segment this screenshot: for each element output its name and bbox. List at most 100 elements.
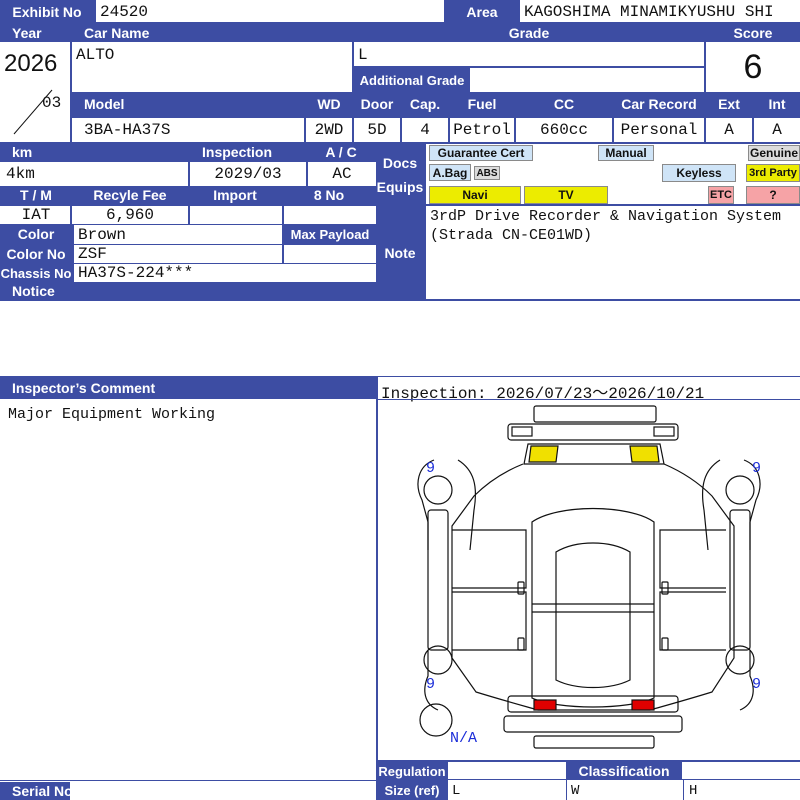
spec-sep <box>752 116 754 142</box>
ac-value: AC <box>308 162 376 186</box>
car-condition-diagram <box>417 405 761 749</box>
detail-line <box>282 204 284 264</box>
chip-a-bag: A.Bag <box>429 164 471 181</box>
spec-value-model: 3BA-HA37S <box>72 118 304 142</box>
car-name-label: Car Name <box>72 24 352 42</box>
max-payload-label: Max Payload <box>284 224 376 244</box>
chassis-value: HA37S-224*** <box>74 264 376 282</box>
size-ref-label: Size (ref) <box>378 780 446 800</box>
score-label: Score <box>706 24 800 42</box>
notice-label: Notice <box>0 282 376 300</box>
regulation-value <box>448 762 566 779</box>
tire-label-front-right: 9 <box>752 460 762 477</box>
spec-label-car-record: Car Record <box>614 92 704 116</box>
body-outline <box>451 463 735 711</box>
tire-label-front-left: 9 <box>426 460 436 477</box>
chip-guarantee-cert: Guarantee Cert <box>429 145 533 161</box>
spec-row-divider <box>72 116 800 118</box>
max-payload-value <box>284 245 376 263</box>
section-line <box>424 144 426 300</box>
chip-keyless: Keyless <box>662 164 736 182</box>
color-value: Brown <box>74 226 282 244</box>
spec-label-wd: WD <box>306 92 352 116</box>
year-box: 2026 03 <box>0 42 70 142</box>
import-value <box>190 206 282 224</box>
import-label: Import <box>188 186 282 204</box>
size-l: L <box>448 781 566 800</box>
color-no-label: Color No <box>0 244 72 264</box>
spec-sep <box>448 116 450 142</box>
exhibit-label: Exhibit No <box>0 0 94 24</box>
rear-light-left <box>533 699 557 711</box>
spec-sep <box>304 116 306 142</box>
color-no-value: ZSF <box>74 245 282 263</box>
left-side-panels <box>417 459 527 711</box>
note-label: Note <box>376 206 424 300</box>
score-value: 6 <box>706 42 800 92</box>
header-sep <box>70 24 72 142</box>
rear-bumper <box>503 695 683 749</box>
spec-value-car-record: Personal <box>614 118 704 142</box>
month-value: 03 <box>42 94 62 112</box>
recycle-value: 6,960 <box>72 206 188 224</box>
spec-value-cc: 660cc <box>516 118 612 142</box>
spec-sep <box>704 116 706 142</box>
spec-value-ext: A <box>706 118 752 142</box>
spec-label-door: Door <box>354 92 400 116</box>
inspection-value: 2029/03 <box>190 162 306 186</box>
detail-line <box>0 224 376 225</box>
spec-label-model: Model <box>72 92 306 116</box>
footer-line <box>446 779 800 780</box>
serial-no-label: Serial No <box>0 782 70 800</box>
inspector-comment-text: Major Equipment Working <box>8 406 216 423</box>
additional-grade-value <box>470 68 704 92</box>
footer-line <box>566 780 567 800</box>
front-bumper <box>507 405 679 441</box>
chip-abs: ABS <box>474 166 500 180</box>
additional-grade-label: Additional Grade <box>354 68 470 92</box>
detail-line <box>0 244 376 245</box>
chip-genuine: Genuine <box>748 145 800 161</box>
equips-label: Equips <box>376 179 424 195</box>
spec-label-int: Int <box>754 92 800 116</box>
footer-line <box>446 762 448 800</box>
chip-etc: ETC <box>708 186 734 204</box>
tm-value: IAT <box>2 206 70 224</box>
chip-unknown: ? <box>746 186 800 204</box>
section-line <box>0 376 800 377</box>
front-light-right <box>629 445 660 463</box>
tires <box>423 475 755 675</box>
footer-line <box>683 780 684 800</box>
color-label: Color <box>0 224 72 244</box>
spec-sep <box>514 116 516 142</box>
inspection-label: Inspection <box>190 144 306 160</box>
chip-manual: Manual <box>598 145 654 161</box>
spec-value-fuel: Petrol <box>450 118 514 142</box>
serial-no-value <box>72 782 376 800</box>
header-sep <box>704 24 706 92</box>
detail-line <box>72 224 74 282</box>
header-sep <box>94 0 96 24</box>
recycle-label: Recyle Fee <box>72 186 188 204</box>
detail-line <box>0 263 376 264</box>
detail-line <box>188 160 190 186</box>
km-value: 4km <box>2 162 188 186</box>
spec-sep <box>352 116 354 142</box>
spec-sep <box>612 116 614 142</box>
size-h: H <box>685 781 800 800</box>
tire-label-rear-left: 9 <box>426 676 436 693</box>
grade-label: Grade <box>354 24 704 42</box>
classification-label: Classification <box>566 762 682 780</box>
footer-line <box>0 780 378 781</box>
spec-sep <box>400 116 402 142</box>
header-sep <box>354 66 704 68</box>
cabin-roof <box>531 507 655 708</box>
tire-label-rear-right: 9 <box>752 676 762 693</box>
year-label: Year <box>0 24 70 42</box>
chip-3rd-party: 3rd Party <box>746 164 800 182</box>
docs-equips-label: Docs Equips <box>376 144 424 206</box>
chip-navi: Navi <box>429 186 521 204</box>
spec-value-int: A <box>754 118 800 142</box>
detail-line <box>188 204 190 224</box>
header-sep <box>352 24 354 92</box>
